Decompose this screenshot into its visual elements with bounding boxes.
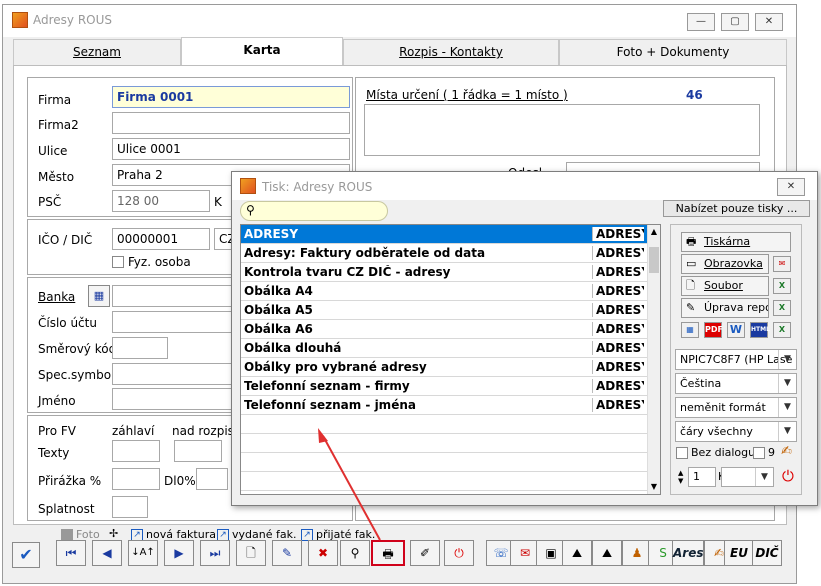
arrow-line [322, 435, 381, 541]
annotation-arrow [318, 428, 381, 541]
arrow-head [318, 428, 328, 443]
